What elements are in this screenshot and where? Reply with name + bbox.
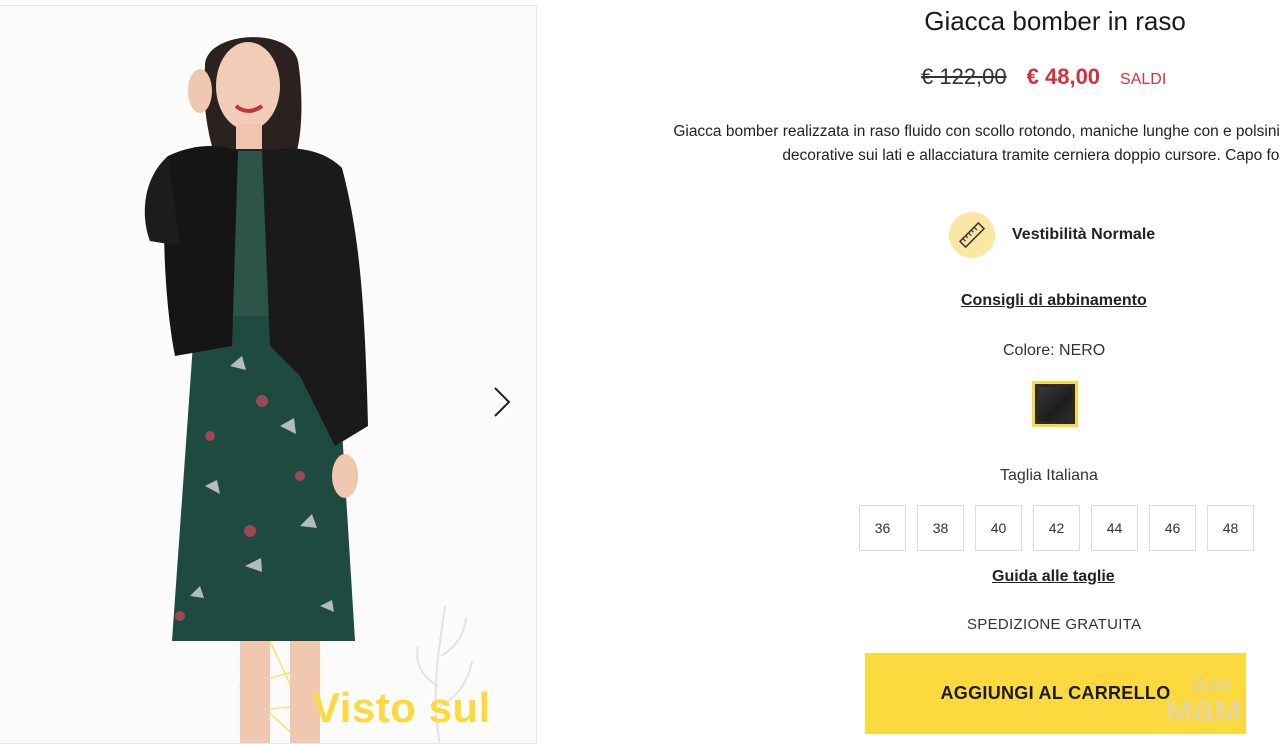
product-description: Giacca bomber realizzata in raso fluido … [673,123,1280,164]
swatch-fill [1038,387,1072,421]
old-price: € 122,00 [921,64,1007,89]
color-swatch-black[interactable] [1032,381,1078,427]
promo-text: Visto sul [312,684,491,731]
size-button[interactable]: 36 [859,505,906,551]
product-info: Giacca bomber in raso € 122,00 € 48,00 S… [560,0,1280,744]
size-button[interactable]: 40 [975,505,1022,551]
fit-info: Vestibilità Normale [949,212,1155,258]
price-block: € 122,00 € 48,00 SALDI [921,64,1166,90]
size-guide-link[interactable]: Guida alle taglie [992,568,1115,586]
size-options: 36 38 40 42 44 46 48 [859,505,1254,551]
size-button[interactable]: 44 [1091,505,1138,551]
chevron-right-icon [494,387,511,417]
shipping-info: SPEDIZIONE GRATUITA [967,616,1142,633]
next-image-button[interactable] [486,382,518,422]
styling-advice-link[interactable]: Consigli di abbinamento [961,292,1147,310]
size-button[interactable]: 42 [1033,505,1080,551]
ruler-icon [958,221,986,249]
size-label: Taglia Italiana [1000,467,1098,484]
fit-icon-circle [949,212,995,258]
size-button[interactable]: 48 [1207,505,1254,551]
color-label: Colore: NERO [1003,342,1106,359]
product-photo [0,6,536,743]
fit-label: Vestibilità Normale [1012,226,1156,243]
sale-badge: SALDI [1120,71,1167,88]
product-gallery: Visto sul [0,5,537,744]
size-button[interactable]: 38 [917,505,964,551]
product-title: Giacca bomber in raso [924,6,1186,36]
size-button[interactable]: 46 [1149,505,1196,551]
new-price: € 48,00 [1026,64,1101,89]
add-to-cart-button[interactable]: AGGIUNGI AL CARRELLO [865,653,1246,734]
